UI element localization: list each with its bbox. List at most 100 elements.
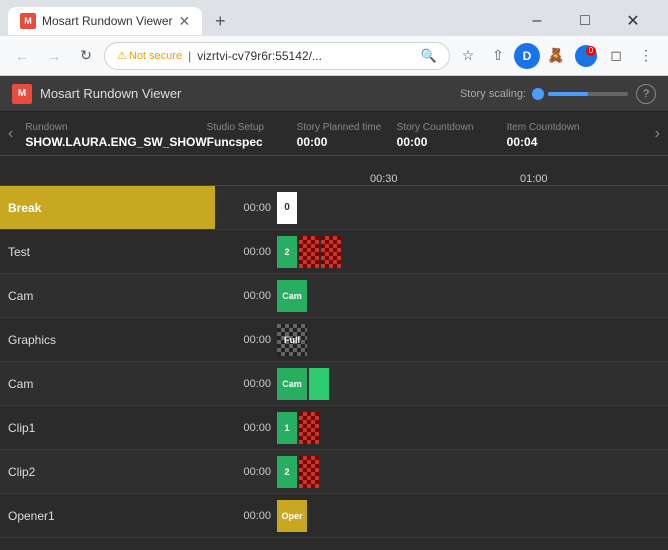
minimize-button[interactable]: – (514, 6, 560, 36)
close-button[interactable]: ✕ (610, 6, 656, 36)
block-opener1: Oper (277, 500, 307, 532)
planned-col-header: Story Planned time 00:00 (297, 122, 397, 149)
item-value: 00:04 (507, 135, 597, 149)
header-columns: Rundown SHOW.LAURA.ENG_SW_SHOW Studio Se… (17, 118, 650, 149)
row-time-graphics: 00:00 (215, 318, 275, 361)
timeline-marks: 00:30 01:00 (270, 156, 648, 185)
rundown-col-header: Rundown SHOW.LAURA.ENG_SW_SHOW (25, 122, 206, 149)
help-button[interactable]: ? (636, 84, 656, 104)
studio-col-header: Studio Setup Funcspec (207, 122, 297, 149)
app-container: M Mosart Rundown Viewer Story scaling: ?… (0, 76, 668, 550)
table-row[interactable]: Graphics 00:00 Full (0, 318, 668, 362)
countdown-label: Story Countdown (397, 122, 507, 133)
block-cam1: Cam (277, 280, 307, 312)
row-timeline-clip2: 2 (275, 450, 668, 493)
planned-label: Story Planned time (297, 122, 397, 133)
row-timeline-cam2: Cam (275, 362, 668, 405)
block-clip1-1: 1 (277, 412, 297, 444)
share-icon[interactable]: ⇧ (484, 42, 512, 70)
table-row[interactable]: Clip2 00:00 2 (0, 450, 668, 494)
table-row[interactable]: Break 00:00 0 (0, 186, 668, 230)
new-tab-button[interactable]: + (206, 7, 234, 35)
rundown-label: Rundown (25, 122, 206, 133)
row-name-cam1: Cam (0, 274, 215, 317)
block-test-2 (299, 236, 319, 268)
browser-chrome: M Mosart Rundown Viewer ✕ + – □ ✕ ← → ↻ … (0, 0, 668, 76)
row-time-break: 00:00 (215, 186, 275, 229)
address-text: vizrtvi-cv79r6r:55142/... (197, 49, 415, 63)
block-cam2: Cam (277, 368, 307, 400)
row-name-cam2: Cam (0, 362, 215, 405)
studio-label: Studio Setup (207, 122, 297, 133)
row-timeline-test: 2 (275, 230, 668, 273)
block-clip2-2 (299, 456, 319, 488)
countdown-col-header: Story Countdown 00:00 (397, 122, 507, 149)
block-break: 0 (277, 192, 297, 224)
maximize-button[interactable]: □ (562, 6, 608, 36)
tab-bar: M Mosart Rundown Viewer ✕ + – □ ✕ (0, 0, 668, 36)
block-cam2-ext (309, 368, 329, 400)
row-timeline-cam1: Cam (275, 274, 668, 317)
table-header: ‹ Rundown SHOW.LAURA.ENG_SW_SHOW Studio … (0, 112, 668, 156)
account-avatar-icon[interactable]: 👤 0 (572, 42, 600, 70)
table-row[interactable]: Cam 00:00 Cam (0, 274, 668, 318)
row-timeline-graphics: Full (275, 318, 668, 361)
tab-title: Mosart Rundown Viewer (42, 14, 173, 28)
table-row[interactable]: Opener1 00:00 Oper (0, 494, 668, 538)
timeline-mark-2: 01:00 (520, 173, 548, 185)
row-timeline-opener1: Oper (275, 494, 668, 537)
row-name-clip2: Clip2 (0, 450, 215, 493)
scaling-control[interactable] (532, 88, 628, 100)
row-name-test: Test (0, 230, 215, 273)
tab-close-btn[interactable]: ✕ (179, 13, 191, 30)
extensions-icon[interactable]: 🧸 (542, 42, 570, 70)
table-row[interactable]: Test 00:00 2 (0, 230, 668, 274)
row-time-cam1: 00:00 (215, 274, 275, 317)
block-test-3 (321, 236, 341, 268)
table-row[interactable]: Clip1 00:00 1 (0, 406, 668, 450)
item-col-header: Item Countdown 00:04 (507, 122, 597, 149)
row-name-graphics: Graphics (0, 318, 215, 361)
scaling-fill (548, 92, 588, 96)
nav-actions: ☆ ⇧ D 🧸 👤 0 ◻ ⋮ (454, 42, 660, 70)
countdown-value: 00:00 (397, 135, 507, 149)
block-clip2-1: 2 (277, 456, 297, 488)
back-button[interactable]: ← (8, 42, 36, 70)
row-name-opener1: Opener1 (0, 494, 215, 537)
app-header: M Mosart Rundown Viewer Story scaling: ? (0, 76, 668, 112)
table-row[interactable]: Cam 00:00 Cam (0, 362, 668, 406)
refresh-button[interactable]: ↻ (72, 42, 100, 70)
menu-icon[interactable]: ⋮ (632, 42, 660, 70)
planned-value: 00:00 (297, 135, 397, 149)
block-clip1-2 (299, 412, 319, 444)
block-test-1: 2 (277, 236, 297, 268)
nav-bar: ← → ↻ ⚠ Not secure | vizrtvi-cv79r6r:551… (0, 36, 668, 76)
rundown-body: Break 00:00 0 Test 00:00 2 (0, 186, 668, 550)
account-icon[interactable]: D (514, 43, 540, 69)
sidebar-icon[interactable]: ◻ (602, 42, 630, 70)
scaling-bar[interactable] (548, 92, 628, 96)
bookmark-icon[interactable]: ☆ (454, 42, 482, 70)
story-scaling-label: Story scaling: (460, 88, 526, 100)
active-tab[interactable]: M Mosart Rundown Viewer ✕ (8, 7, 202, 35)
timeline-mark-1: 00:30 (370, 173, 398, 185)
rundown-value: SHOW.LAURA.ENG_SW_SHOW (25, 135, 206, 149)
row-time-clip1: 00:00 (215, 406, 275, 449)
search-icon: 🔍 (421, 48, 437, 64)
row-time-clip2: 00:00 (215, 450, 275, 493)
prev-arrow[interactable]: ‹ (4, 125, 17, 143)
row-timeline-clip1: 1 (275, 406, 668, 449)
tab-favicon: M (20, 13, 36, 29)
item-label: Item Countdown (507, 122, 597, 133)
app-icon: M (12, 84, 32, 104)
app-title: Mosart Rundown Viewer (40, 86, 460, 101)
row-name-break: Break (0, 186, 215, 229)
timeline-ruler: 00:30 01:00 (0, 156, 668, 186)
window-controls: – □ ✕ (514, 6, 660, 36)
forward-button[interactable]: → (40, 42, 68, 70)
address-bar[interactable]: ⚠ Not secure | vizrtvi-cv79r6r:55142/...… (104, 42, 450, 70)
studio-value: Funcspec (207, 135, 297, 149)
next-arrow[interactable]: › (651, 125, 664, 143)
row-time-test: 00:00 (215, 230, 275, 273)
row-timeline-break: 0 (275, 186, 668, 229)
